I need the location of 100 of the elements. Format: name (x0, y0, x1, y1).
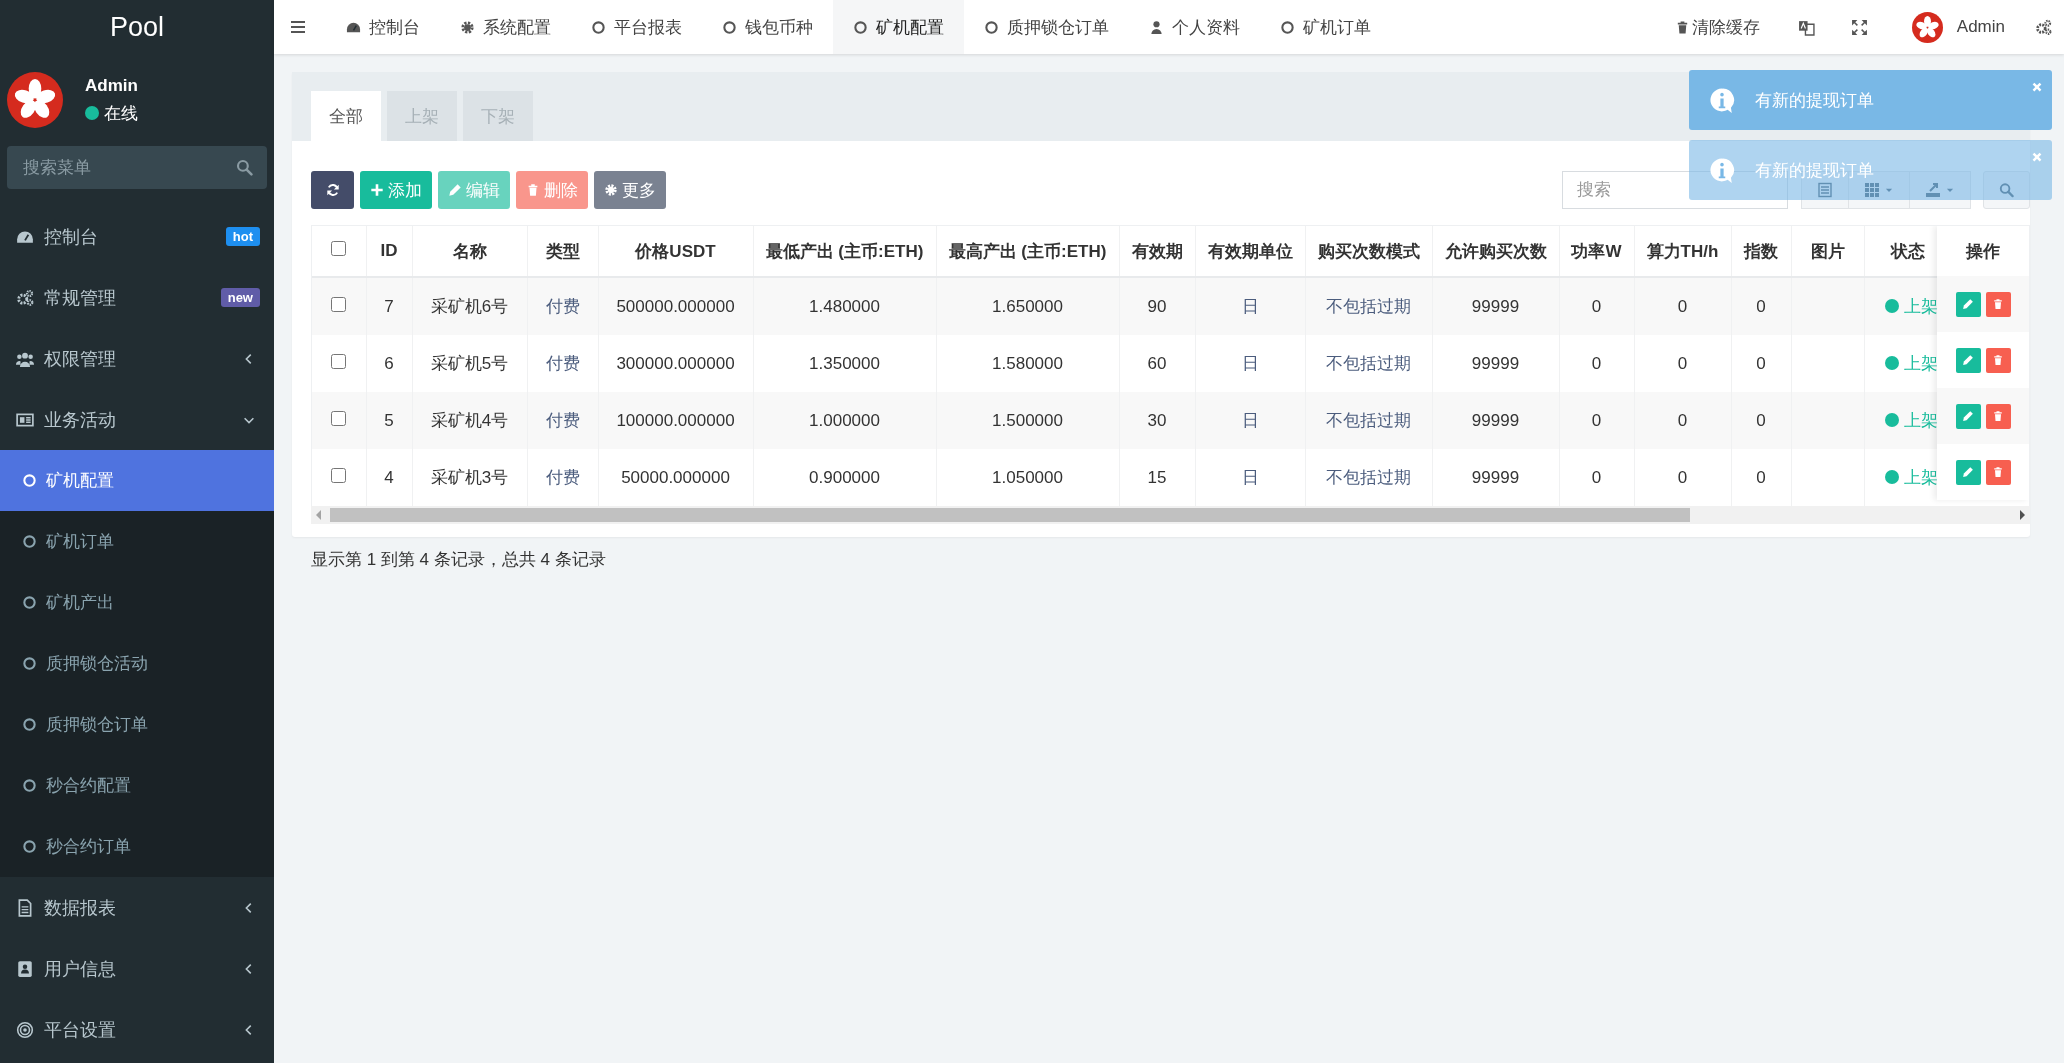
plus-icon (370, 183, 384, 197)
row-checkbox[interactable] (331, 353, 347, 369)
table-cell: 1.500000 (936, 392, 1119, 449)
table-cell: 采矿机6号 (412, 277, 527, 335)
row-delete-button[interactable] (1985, 291, 2011, 317)
circle-icon (22, 473, 37, 488)
table-cell: 100000.000000 (598, 392, 753, 449)
more-button[interactable]: 更多 (594, 171, 666, 209)
export-button[interactable] (1910, 171, 1971, 209)
table-cell: 0 (1559, 277, 1634, 335)
row-checkbox[interactable] (331, 467, 347, 483)
circle-icon (22, 717, 37, 732)
trash-icon (1992, 466, 2004, 478)
sidebar-item[interactable]: 平台设置 (0, 999, 274, 1060)
sidebar-subitem[interactable]: 质押锁仓订单 (0, 694, 274, 755)
sidebar-item[interactable]: 控制台 hot (0, 206, 274, 267)
circle-icon (984, 19, 999, 35)
export-icon (1925, 182, 1941, 198)
trash-icon (1992, 354, 2004, 366)
status-dot (1884, 470, 1899, 484)
table-cell: 不包括过期 (1305, 392, 1432, 449)
sidebar-subitem[interactable]: 质押锁仓活动 (0, 633, 274, 694)
sidebar-item[interactable]: 用户信息 (0, 938, 274, 999)
horizontal-scrollbar[interactable] (311, 506, 2030, 524)
row-delete-button[interactable] (1985, 403, 2011, 429)
pencil-icon (1962, 466, 1974, 478)
target-icon (16, 1020, 34, 1039)
circle-icon (22, 839, 37, 854)
table-cell: 1.480000 (753, 277, 936, 335)
nav-tab[interactable]: 质押锁仓订单 (964, 0, 1129, 54)
menu-search-field[interactable]: 搜索菜单 (7, 146, 267, 189)
gear-icon (460, 19, 475, 35)
trash-icon (526, 183, 540, 197)
table-cell: 99999 (1432, 392, 1559, 449)
info-icon (1709, 156, 1735, 184)
table-cell: 0 (1559, 392, 1634, 449)
select-all-checkbox[interactable] (331, 241, 347, 256)
nav-tab[interactable]: 矿机配置 (833, 0, 964, 54)
user-name[interactable]: Admin (1956, 17, 2005, 37)
menu-badge: new (220, 288, 260, 307)
column-header: 操作 (1964, 240, 2001, 263)
notification-text: 有新的提现订单 (1755, 89, 1875, 112)
status-dot (1884, 299, 1899, 313)
row-edit-button[interactable] (1955, 291, 1981, 317)
refresh-button[interactable] (311, 171, 354, 209)
sidebar-item[interactable]: 业务活动 (0, 389, 274, 450)
sidebar-item[interactable]: 数据报表 (0, 877, 274, 938)
circle-icon (853, 19, 868, 35)
status-text: 上架 (1903, 297, 1938, 316)
clear-cache-button[interactable]: 清除缓存 (1674, 0, 1760, 54)
circle-icon (22, 595, 37, 610)
table-cell: 0 (1634, 392, 1731, 449)
pencil-icon (448, 183, 462, 197)
close-icon[interactable] (2030, 80, 2044, 94)
sidebar-subitem[interactable]: 矿机产出 (0, 572, 274, 633)
sidebar-item[interactable]: 常规管理 new (0, 267, 274, 328)
sidebar-subitem[interactable]: 秒合约配置 (0, 755, 274, 816)
sidebar-subitem[interactable]: 矿机订单 (0, 511, 274, 572)
row-edit-button[interactable] (1955, 403, 1981, 429)
close-icon[interactable] (2030, 150, 2044, 164)
logo-text: Pool (108, 11, 165, 44)
nav-tab[interactable]: 系统配置 (440, 0, 571, 54)
row-delete-button[interactable] (1985, 459, 2011, 485)
trash-icon (1992, 298, 2004, 310)
nav-tab[interactable]: 钱包币种 (702, 0, 833, 54)
menu-icon[interactable] (290, 19, 306, 35)
translate-icon[interactable] (1797, 18, 1815, 36)
user-name: Admin (85, 75, 138, 96)
gears-icon (16, 288, 34, 307)
table-cell: 付费 (527, 277, 598, 335)
nav-tab[interactable]: 个人资料 (1129, 0, 1260, 54)
row-edit-button[interactable] (1955, 347, 1981, 373)
sidebar-item[interactable]: 权限管理 (0, 328, 274, 389)
row-edit-button[interactable] (1955, 459, 1981, 485)
table-cell: 采矿机4号 (412, 392, 527, 449)
status-text: 上架 (1903, 468, 1938, 487)
row-delete-button[interactable] (1985, 347, 2011, 373)
circle-icon (22, 778, 37, 793)
table-cell: 99999 (1432, 277, 1559, 335)
row-checkbox[interactable] (331, 410, 347, 426)
row-checkbox[interactable] (331, 296, 347, 312)
table-cell: 90 (1119, 277, 1195, 335)
gears-icon[interactable] (2035, 18, 2052, 36)
table-cell: 1.650000 (936, 277, 1119, 335)
status-text: 上架 (1903, 411, 1938, 430)
table-cell: 日 (1195, 392, 1305, 449)
sidebar-subitem[interactable]: 秒合约订单 (0, 816, 274, 877)
filter-tab[interactable]: 全部 (311, 91, 381, 141)
circle-icon (591, 19, 606, 35)
sidebar-subitem[interactable]: 矿机配置 (0, 450, 274, 511)
search-button[interactable] (1983, 171, 2030, 209)
nav-tab[interactable]: 控制台 (326, 0, 440, 54)
online-status-dot (85, 106, 99, 120)
nav-tab[interactable]: 矿机订单 (1260, 0, 1391, 54)
fullscreen-icon[interactable] (1850, 18, 1868, 36)
avatar[interactable] (1911, 11, 1943, 43)
status-text: 上架 (1903, 354, 1938, 373)
grid-icon (1864, 182, 1880, 198)
table-cell: 付费 (527, 392, 598, 449)
nav-tab[interactable]: 平台报表 (571, 0, 702, 54)
